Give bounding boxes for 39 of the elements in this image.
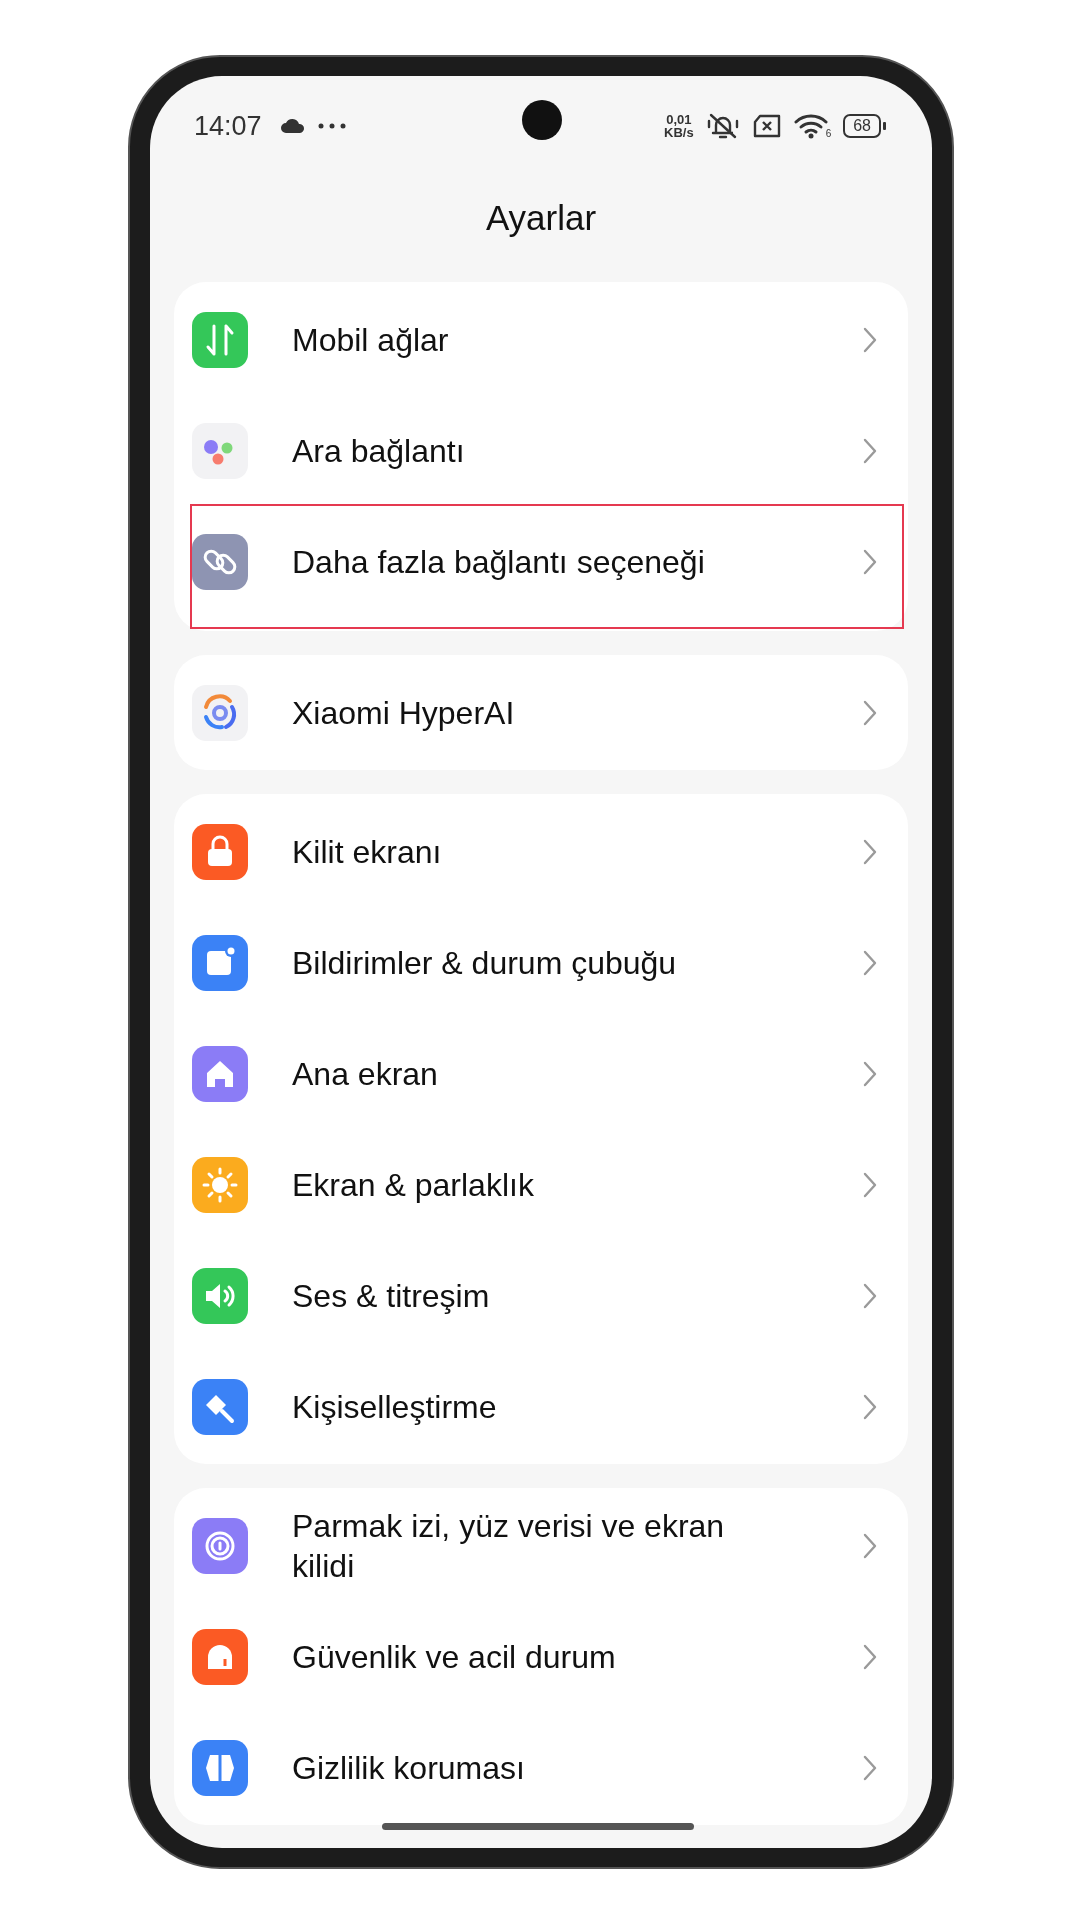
chevron-right-icon [862,837,878,866]
settings-item[interactable]: Bildirimler & durum çubuğu [174,907,908,1018]
battery-level: 68 [843,114,881,138]
settings-item[interactable]: Ekran & parlaklık [174,1129,908,1240]
chevron-right-icon [862,436,878,465]
settings-item[interactable]: Mobil ağlar [174,284,908,395]
chevron-right-icon [862,547,878,576]
status-time: 14:07 [194,110,262,142]
settings-item[interactable]: Gizlilik koruması [174,1712,908,1823]
settings-item[interactable]: Xiaomi HyperAI [174,657,908,768]
settings-item[interactable]: Parmak izi, yüz verisi ve ekran kilidi [174,1490,908,1601]
sim-off-icon [751,114,782,138]
wifi-band-label: 6 [825,128,832,139]
settings-item[interactable]: Ana ekran [174,1018,908,1129]
network-speed: 0,01 [666,113,692,126]
settings-item[interactable]: Güvenlik ve acil durum [174,1601,908,1712]
chevron-right-icon [862,1531,878,1560]
page-title: Ayarlar [484,197,598,239]
settings-item[interactable]: Kilit ekranı [174,796,908,907]
wifi-icon [793,113,828,139]
settings-item[interactable]: Ara bağlantı [174,395,908,506]
chevron-right-icon [862,1642,878,1671]
chevron-right-icon [862,1392,878,1421]
camera-hole [522,100,562,140]
chevron-right-icon [862,948,878,977]
chevron-right-icon [862,325,878,354]
network-speed-unit: KB/s [664,126,694,139]
settings-item[interactable]: Kişiselleştirme [174,1351,908,1462]
settings-item[interactable]: Ses & titreşim [174,1240,908,1351]
more-dots-icon [317,123,346,129]
chevron-right-icon [862,1753,878,1782]
cloud-icon [279,118,306,134]
chevron-right-icon [862,698,878,727]
home-indicator[interactable] [382,1823,694,1830]
muted-bell-icon [705,111,740,141]
chevron-right-icon [862,1059,878,1088]
chevron-right-icon [862,1170,878,1199]
settings-item[interactable]: Daha fazla bağlantı seçeneği [174,506,908,617]
chevron-right-icon [862,1281,878,1310]
